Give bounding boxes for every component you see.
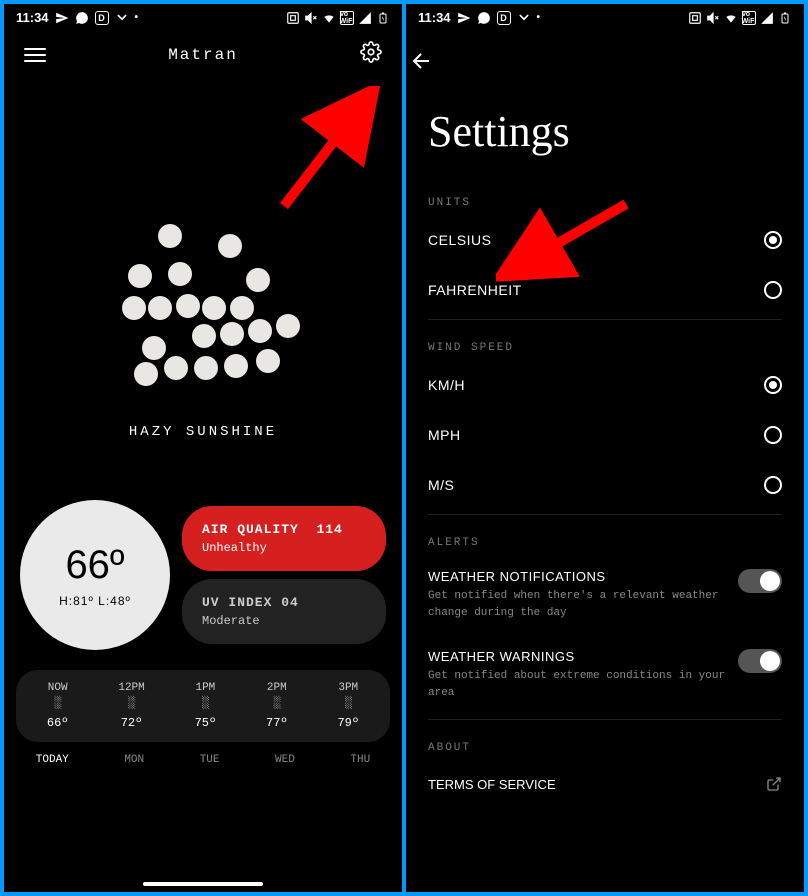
- mute-icon: [706, 11, 720, 25]
- settings-icon[interactable]: [360, 41, 382, 68]
- status-bar: 11:34 D • VoWiFi: [406, 4, 804, 31]
- uv-label: UV INDEX: [202, 595, 272, 610]
- alert-weather-warnings[interactable]: WEATHER WARNINGS Get notified about extr…: [428, 635, 782, 715]
- home-indicator[interactable]: [143, 882, 263, 886]
- missed-icon: [517, 11, 531, 25]
- mute-icon: [304, 11, 318, 25]
- haze-icon: ░: [195, 696, 217, 710]
- toggle-on-icon[interactable]: [738, 649, 782, 673]
- external-link-icon: [766, 776, 782, 792]
- divider: [428, 514, 782, 515]
- signal-icon: [358, 11, 372, 25]
- alert-weather-notifications[interactable]: WEATHER NOTIFICATIONS Get notified when …: [428, 555, 782, 635]
- hourly-forecast[interactable]: NOW░66º 12PM░72º 1PM░75º 2PM░77º 3PM░79º: [16, 670, 390, 742]
- settings-screen: 11:34 D • VoWiFi Settings UNITS CELSIUS …: [406, 4, 804, 892]
- nfc-icon: [286, 11, 300, 25]
- radio-selected-icon: [764, 376, 782, 394]
- alert-desc: Get notified when there's a relevant wea…: [428, 588, 726, 621]
- uv-index-pill[interactable]: UV INDEX 04 Moderate: [182, 579, 386, 644]
- clock: 11:34: [418, 10, 451, 25]
- status-bar: 11:34 D • VoWiFi: [4, 4, 402, 31]
- toggle-on-icon[interactable]: [738, 569, 782, 593]
- aq-desc: Unhealthy: [202, 541, 366, 555]
- uv-value: 04: [281, 595, 299, 610]
- send-icon: [457, 11, 471, 25]
- hour-item: 1PM░75º: [195, 682, 217, 730]
- divider: [428, 719, 782, 720]
- condition-text: HAZY SUNSHINE: [4, 424, 402, 440]
- air-quality-pill[interactable]: AIR QUALITY 114 Unhealthy: [182, 506, 386, 571]
- day-tab[interactable]: THU: [350, 754, 370, 766]
- haze-icon: ░: [337, 696, 359, 710]
- section-alerts-label: ALERTS: [428, 537, 782, 549]
- section-units-label: UNITS: [428, 197, 782, 209]
- battery-icon: [778, 11, 792, 25]
- vowifi-icon: VoWiFi: [340, 11, 354, 25]
- day-tab[interactable]: TUE: [200, 754, 220, 766]
- d-icon: D: [497, 11, 511, 25]
- weather-graphic: [4, 76, 402, 396]
- page-title: Settings: [428, 106, 782, 157]
- hour-item: 2PM░77º: [266, 682, 288, 730]
- radio-icon: [764, 281, 782, 299]
- missed-icon: [115, 11, 129, 25]
- hour-item: NOW░66º: [47, 682, 69, 730]
- haze-icon: ░: [266, 696, 288, 710]
- option-fahrenheit[interactable]: FAHRENHEIT: [428, 265, 782, 315]
- current-temp: 66º: [65, 543, 124, 588]
- uv-desc: Moderate: [202, 614, 366, 628]
- radio-selected-icon: [764, 231, 782, 249]
- send-icon: [55, 11, 69, 25]
- battery-icon: [376, 11, 390, 25]
- radio-icon: [764, 476, 782, 494]
- back-button[interactable]: [406, 31, 804, 82]
- menu-icon[interactable]: [24, 48, 46, 62]
- alert-title: WEATHER WARNINGS: [428, 649, 726, 664]
- haze-icon: ░: [118, 696, 144, 710]
- location-title[interactable]: Matran: [168, 46, 238, 64]
- weather-screen: 11:34 D • VoWiFi Matran: [4, 4, 402, 892]
- day-tabs[interactable]: TODAY MON TUE WED THU: [4, 742, 402, 766]
- day-tab[interactable]: WED: [275, 754, 295, 766]
- hour-item: 3PM░79º: [337, 682, 359, 730]
- clock: 11:34: [16, 10, 49, 25]
- radio-icon: [764, 426, 782, 444]
- aq-label: AIR QUALITY: [202, 522, 299, 537]
- wifi-icon: [724, 11, 738, 25]
- option-mph[interactable]: MPH: [428, 410, 782, 460]
- d-icon: D: [95, 11, 109, 25]
- haze-icon: ░: [47, 696, 69, 710]
- top-bar: Matran: [4, 31, 402, 76]
- divider: [428, 319, 782, 320]
- option-kmh[interactable]: KM/H: [428, 360, 782, 410]
- wifi-icon: [322, 11, 336, 25]
- section-about-label: ABOUT: [428, 742, 782, 754]
- arrow-left-icon: [410, 49, 434, 73]
- option-ms[interactable]: M/S: [428, 460, 782, 510]
- chat-icon: [75, 11, 89, 25]
- option-celsius[interactable]: CELSIUS: [428, 215, 782, 265]
- hour-item: 12PM░72º: [118, 682, 144, 730]
- signal-icon: [760, 11, 774, 25]
- nfc-icon: [688, 11, 702, 25]
- temperature-circle[interactable]: 66º H:81º L:48º: [20, 500, 170, 650]
- dot-icon: •: [537, 12, 541, 23]
- vowifi-icon: VoWiFi: [742, 11, 756, 25]
- high-low: H:81º L:48º: [59, 594, 131, 608]
- day-tab[interactable]: TODAY: [36, 754, 69, 766]
- day-tab[interactable]: MON: [124, 754, 144, 766]
- link-terms-of-service[interactable]: TERMS OF SERVICE: [428, 760, 782, 792]
- section-wind-label: WIND SPEED: [428, 342, 782, 354]
- alert-title: WEATHER NOTIFICATIONS: [428, 569, 726, 584]
- dot-icon: •: [135, 12, 139, 23]
- chat-icon: [477, 11, 491, 25]
- aq-value: 114: [316, 522, 342, 537]
- alert-desc: Get notified about extreme conditions in…: [428, 668, 726, 701]
